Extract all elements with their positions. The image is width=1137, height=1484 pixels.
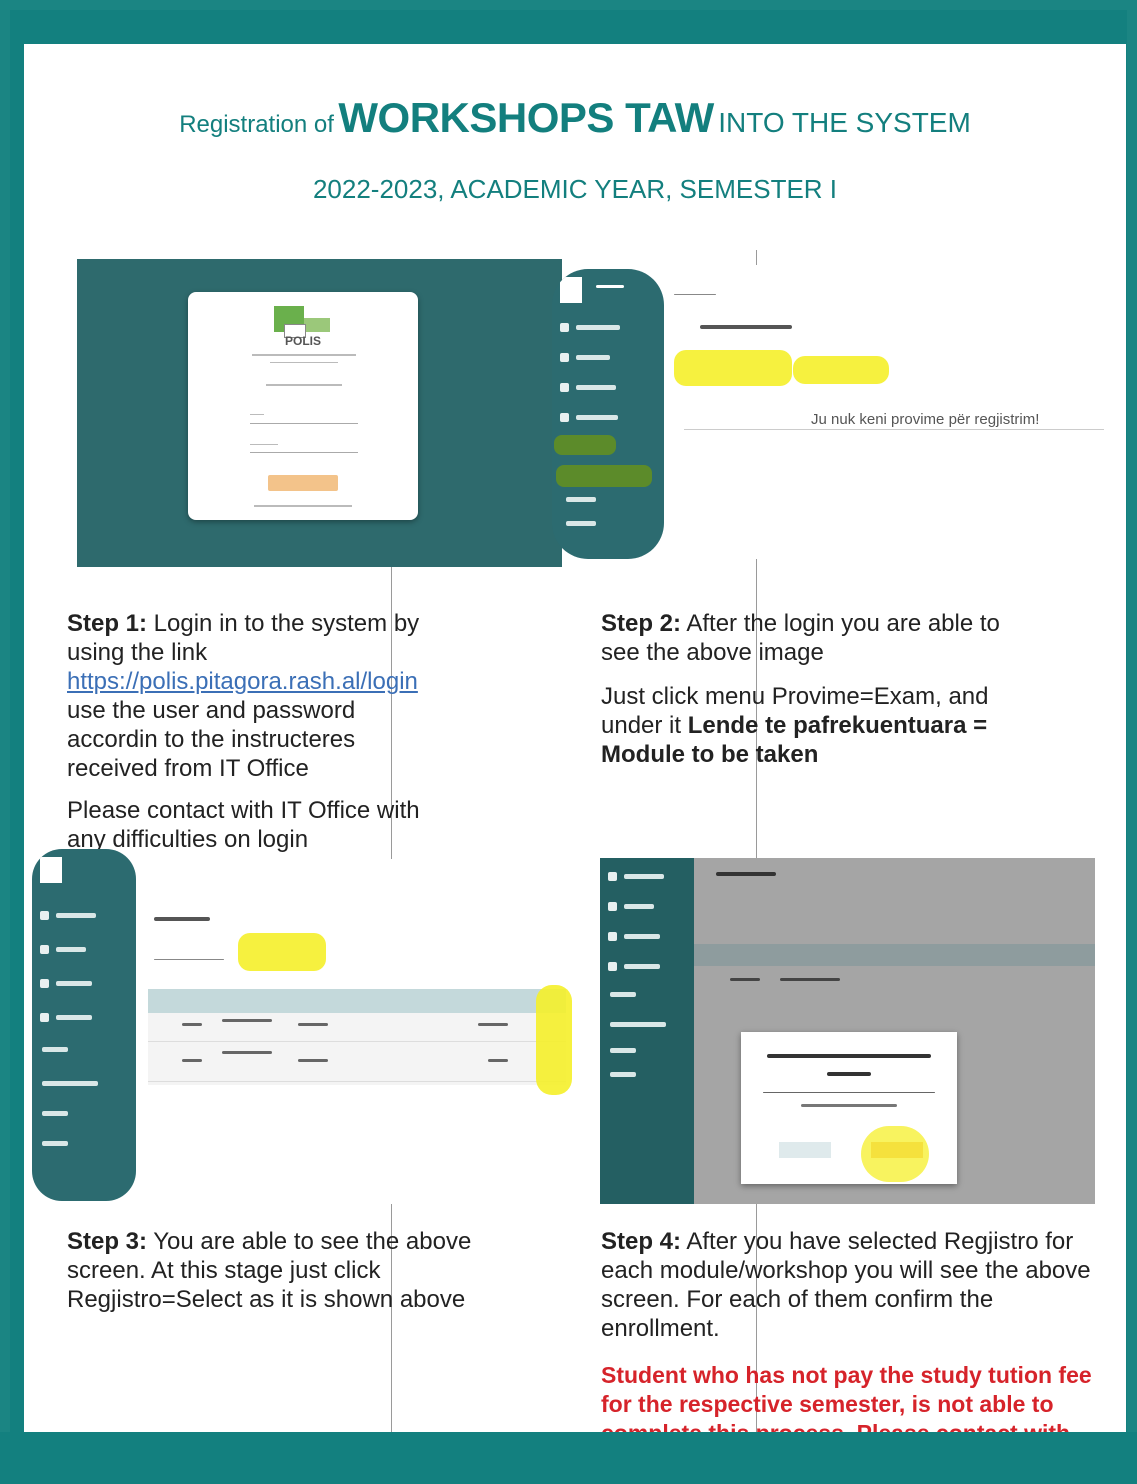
sidebar [32,849,136,1201]
table-header [148,989,566,1013]
step-1-note: Please contact with IT Office with any d… [67,797,420,853]
year-select-highlight[interactable] [674,350,792,386]
password-field[interactable] [250,452,358,453]
login-link[interactable]: https://polis.pitagora.rash.al/login [67,668,418,695]
cancel-button[interactable] [779,1142,831,1158]
menu-lende-highlight[interactable] [556,465,652,487]
registration-table-screenshot [24,849,572,1209]
document-sheet: Registration of WORKSHOPS TAW INTO THE S… [24,44,1126,1442]
menu-provime-highlight[interactable] [554,435,616,455]
login-card: POLIS [188,292,418,520]
step-4-text: Step 4: After you have selected Regjistr… [601,1228,1091,1342]
guide-line [756,250,757,265]
payment-warning: Student who has not pay the study tution… [601,1362,1092,1442]
confirm-modal-screenshot [600,858,1095,1204]
login-screenshot: POLIS [77,259,562,567]
sidebar [552,269,664,559]
step-2-instructions: Just click menu Provime=Exam, and under … [601,683,989,768]
username-field[interactable] [250,423,358,424]
regjistro-button-highlight[interactable] [861,1126,929,1182]
modules-table [148,989,566,1085]
sidebar [600,858,694,1204]
step-2-text: Step 2: After the login you are able to … [601,610,1000,666]
no-exams-message: Ju nuk keni provime për regjistrim! [811,411,1040,428]
period-select-highlight[interactable] [793,356,889,384]
bottom-frame [0,1432,1137,1484]
regjistro-buttons-highlight[interactable] [536,985,572,1095]
logo-text: POLIS [284,334,321,348]
step-1-text: Step 1: Login in to the system by using … [67,610,420,782]
semester-select-highlight[interactable] [238,933,326,971]
page-subtitle: 2022-2023, ACADEMIC YEAR, SEMESTER I [312,174,838,204]
login-button[interactable] [268,475,338,491]
step-3-text: Step 3: You are able to see the above sc… [67,1228,472,1313]
page-title: Registration of WORKSHOPS TAW INTO THE S… [179,94,971,141]
